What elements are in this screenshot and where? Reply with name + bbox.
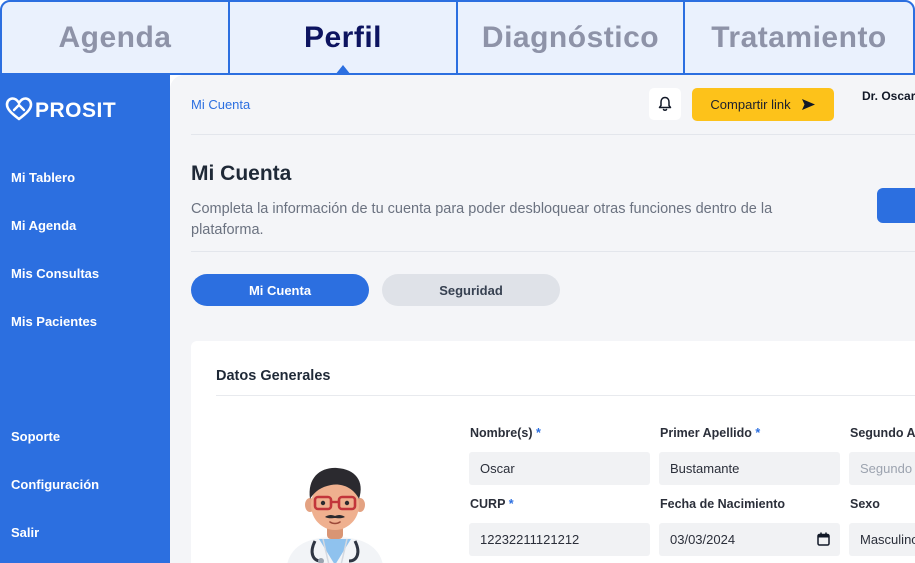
nombre-label-text: Nombre(s) xyxy=(470,426,533,440)
sidebar-item-configuracion[interactable]: Configuración xyxy=(11,477,99,492)
send-arrow-icon xyxy=(801,99,815,110)
curp-label: CURP * xyxy=(470,497,514,511)
sidebar-item-mis-consultas[interactable]: Mis Consultas xyxy=(11,266,99,281)
page-title: Mi Cuenta xyxy=(191,162,292,185)
heart-loop-icon xyxy=(5,97,33,121)
main-content: Mi Cuenta Compartir link Dr. Oscar Mi Cu… xyxy=(170,75,915,563)
sidebar-item-salir[interactable]: Salir xyxy=(11,525,39,540)
sidebar-item-mis-pacientes[interactable]: Mis Pacientes xyxy=(11,314,97,329)
fecha-nacimiento-value: 03/03/2024 xyxy=(670,532,736,547)
tab-perfil[interactable]: Perfil xyxy=(230,2,458,73)
fecha-nacimiento-label: Fecha de Nacimiento xyxy=(660,497,786,511)
tab-agenda-label: Agenda xyxy=(58,20,172,54)
tab-diagnostico[interactable]: Diagnóstico xyxy=(458,2,685,73)
primer-apellido-input[interactable]: Bustamante xyxy=(659,452,840,485)
sexo-select[interactable]: Masculino xyxy=(849,523,915,556)
sidebar-item-mi-agenda[interactable]: Mi Agenda xyxy=(11,218,76,233)
sidebar: PROSIT Mi Tablero Mi Agenda Mis Consulta… xyxy=(0,75,170,563)
card-divider xyxy=(216,395,915,396)
nombre-required-mark: * xyxy=(536,426,541,440)
top-tab-bar: Agenda Perfil Diagnóstico Tratamiento xyxy=(0,0,915,75)
fecha-nacimiento-input[interactable]: 03/03/2024 xyxy=(659,523,840,556)
share-link-button[interactable]: Compartir link xyxy=(692,88,834,121)
tab-perfil-label: Perfil xyxy=(303,20,383,54)
notifications-button[interactable] xyxy=(649,88,681,120)
nombre-label: Nombre(s) * xyxy=(470,426,541,440)
subtab-mi-cuenta[interactable]: Mi Cuenta xyxy=(191,274,369,306)
tab-diagnostico-label: Diagnóstico xyxy=(481,20,660,54)
segundo-apellido-input[interactable]: Segundo Apellido xyxy=(849,452,915,485)
curp-required-mark: * xyxy=(508,497,514,511)
bell-icon xyxy=(658,96,672,111)
primer-apellido-label: Primer Apellido * xyxy=(660,426,760,440)
primer-apellido-required-mark: * xyxy=(755,426,761,440)
header-divider xyxy=(191,134,915,135)
segundo-apellido-label: Segundo Apellido xyxy=(850,426,915,440)
breadcrumb[interactable]: Mi Cuenta xyxy=(191,97,250,112)
share-link-label: Compartir link xyxy=(710,97,791,112)
sidebar-item-mi-tablero[interactable]: Mi Tablero xyxy=(11,170,75,185)
tab-tratamiento[interactable]: Tratamiento xyxy=(685,2,913,73)
general-data-card: Datos Generales Nombre(s) * Oscar Primer… xyxy=(191,341,915,563)
primer-apellido-label-text: Primer Apellido xyxy=(660,426,752,440)
brand-logo[interactable]: PROSIT xyxy=(5,95,116,123)
doctor-avatar xyxy=(287,467,383,563)
curp-label-text: CURP xyxy=(470,497,506,511)
calendar-icon[interactable] xyxy=(817,532,830,546)
user-name[interactable]: Dr. Oscar xyxy=(862,89,915,103)
sexo-label: Sexo xyxy=(850,497,880,511)
subtab-seguridad[interactable]: Seguridad xyxy=(382,274,560,306)
active-tab-caret xyxy=(335,65,351,73)
card-title: Datos Generales xyxy=(216,368,331,384)
page-description: Completa la información de tu cuenta par… xyxy=(191,201,773,238)
tab-agenda[interactable]: Agenda xyxy=(2,2,230,73)
curp-input[interactable]: 12232211121212 xyxy=(469,523,650,556)
brand-name: PROSIT xyxy=(35,99,117,122)
sidebar-item-soporte[interactable]: Soporte xyxy=(11,429,60,444)
title-divider xyxy=(191,251,915,252)
primary-action-button[interactable] xyxy=(877,188,915,223)
tab-tratamiento-label: Tratamiento xyxy=(711,20,887,54)
nombre-input[interactable]: Oscar xyxy=(469,452,650,485)
